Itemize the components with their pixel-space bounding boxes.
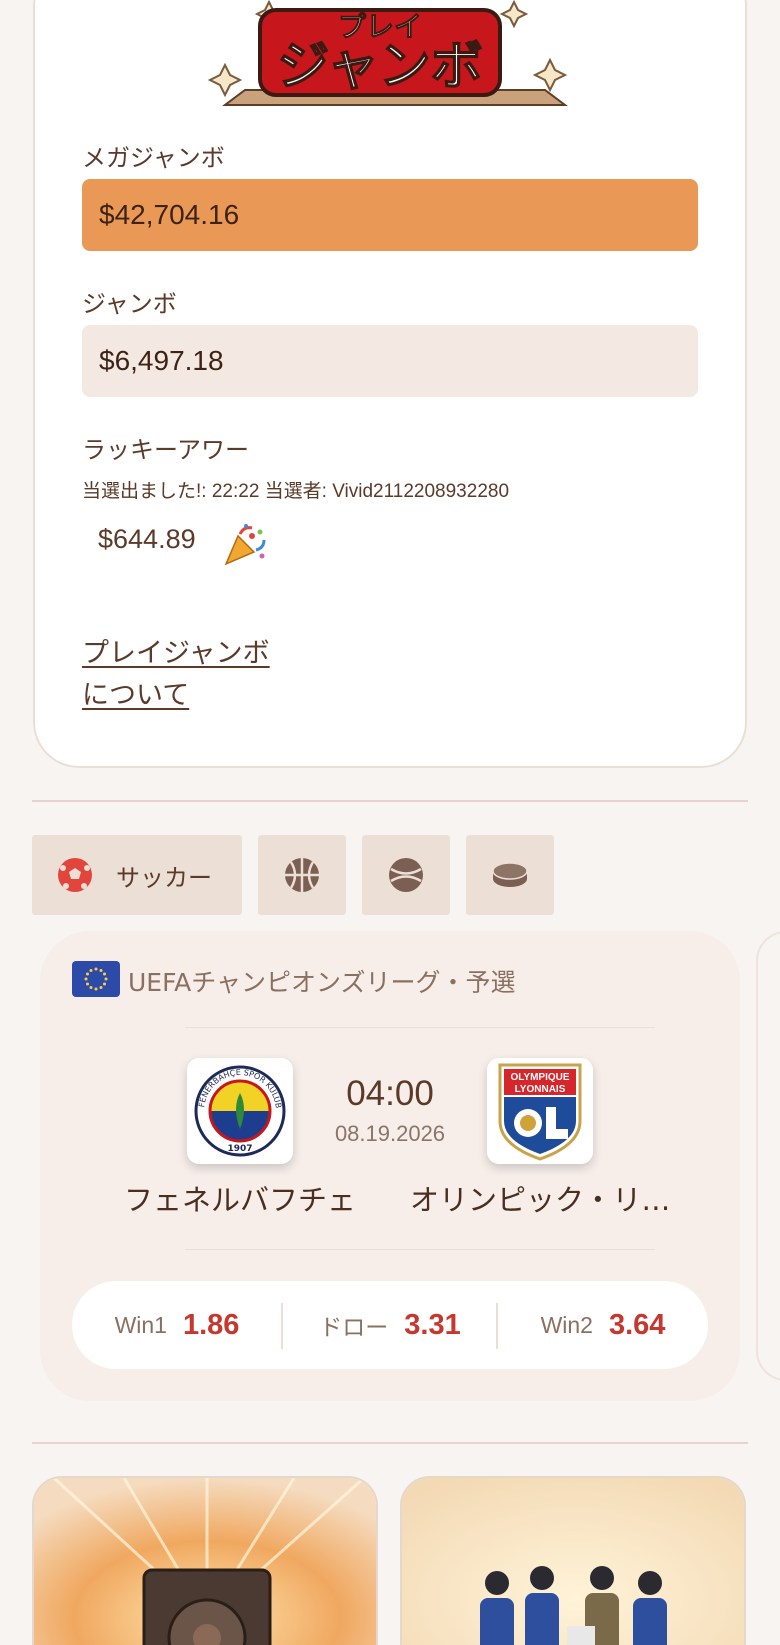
promo-tile-vault[interactable]	[32, 1476, 378, 1645]
next-match-card[interactable]	[756, 931, 780, 1381]
odd-win2[interactable]: Win2 3.64	[498, 1281, 708, 1369]
odd-draw[interactable]: ドロー 3.31	[283, 1281, 497, 1369]
mega-jumbo-value: $42,704.16	[82, 179, 698, 251]
tab-tennis[interactable]	[362, 835, 450, 915]
soccer-ball-icon	[58, 858, 92, 892]
about-play-jumbo-link[interactable]: プレイジャンボについて	[82, 633, 272, 717]
home-team-name: フェネルバフチェ	[123, 1183, 356, 1217]
match-divider-top	[185, 1027, 655, 1028]
svg-text:OLYMPIQUE: OLYMPIQUE	[510, 1072, 569, 1083]
mega-jumbo-label: メガジャンボ	[82, 144, 225, 172]
away-team-logo: OLYMPIQUE LYONNAIS	[487, 1058, 593, 1164]
league-name: UEFAチャンピオンズリーグ・予選	[128, 968, 516, 997]
section-divider	[32, 1442, 748, 1444]
odd-draw-label: ドロー	[319, 1314, 389, 1340]
party-popper-icon	[224, 524, 266, 566]
hockey-puck-icon	[492, 862, 528, 887]
eu-flag-icon	[72, 961, 120, 997]
tab-soccer[interactable]: サッカー	[32, 835, 242, 915]
odd-win2-label: Win2	[540, 1311, 593, 1338]
tennis-ball-icon	[389, 858, 423, 892]
match-time: 04:00	[346, 1074, 434, 1113]
match-divider-bottom	[185, 1249, 655, 1250]
tab-soccer-label: サッカー	[116, 863, 212, 892]
lucky-hour-label: ラッキーアワー	[82, 436, 250, 464]
away-team-name: オリンピック・リ…	[410, 1183, 670, 1217]
odd-draw-value: 3.31	[404, 1308, 461, 1341]
odds-bar: Win1 1.86 ドロー 3.31 Win2 3.64	[72, 1281, 708, 1369]
home-team-logo: FENERBAHÇE SPOR KULÜBÜ 1907	[187, 1058, 293, 1164]
tab-basketball[interactable]	[258, 835, 346, 915]
play-jumbo-logo: プレイ ジャンボ	[207, 0, 568, 106]
basketball-icon	[285, 858, 319, 892]
svg-text:LYONNAIS: LYONNAIS	[515, 1084, 566, 1095]
team-promo-image	[402, 1478, 744, 1645]
section-divider	[32, 800, 748, 802]
match-date: 08.19.2026	[334, 1121, 446, 1146]
lucky-hour-amount: $644.89	[98, 524, 196, 554]
odd-win1[interactable]: Win1 1.86	[72, 1281, 282, 1369]
odd-win1-label: Win1	[114, 1311, 167, 1338]
tab-hockey[interactable]	[466, 835, 554, 915]
vault-promo-image	[34, 1478, 376, 1645]
svg-text:1907: 1907	[227, 1144, 252, 1154]
jumbo-value: $6,497.18	[82, 325, 698, 397]
promo-tile-team[interactable]	[400, 1476, 746, 1645]
svg-text:ジャンボ: ジャンボ	[277, 37, 482, 97]
odd-win2-value: 3.64	[608, 1308, 666, 1341]
lucky-hour-winner-info: 当選出ました!: 22:22 当選者: Vivid2112208932280	[82, 481, 510, 502]
odd-win1-value: 1.86	[182, 1308, 240, 1341]
jumbo-label: ジャンボ	[82, 290, 177, 318]
